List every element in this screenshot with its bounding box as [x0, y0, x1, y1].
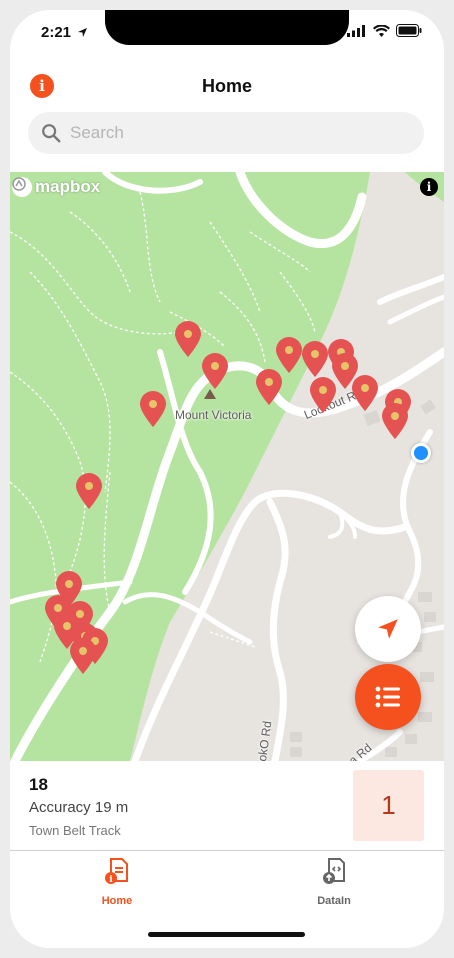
map-pin-marker[interactable]	[350, 374, 380, 412]
map-pin-marker[interactable]	[138, 390, 168, 428]
mapbox-logo: mapbox	[12, 177, 100, 197]
tab-datain[interactable]: DataIn	[289, 856, 379, 907]
location-arrow-icon	[78, 27, 88, 38]
tab-bar-divider	[10, 850, 444, 851]
map-pin-marker[interactable]	[308, 376, 338, 414]
selected-point-panel[interactable]: 18 Accuracy 19 m Town Belt Track 1	[10, 761, 444, 851]
wifi-icon	[373, 24, 390, 37]
status-time: 2:21	[41, 24, 88, 41]
map-pin-marker[interactable]	[74, 472, 104, 510]
svg-text:i: i	[109, 875, 113, 885]
tab-home[interactable]: i Home	[72, 856, 162, 907]
track-name: Town Belt Track	[29, 823, 121, 838]
user-location-dot	[411, 443, 431, 463]
search-bar[interactable]	[28, 112, 424, 154]
locate-me-button[interactable]	[355, 596, 421, 662]
map-pin-marker[interactable]	[173, 320, 203, 358]
phone-frame: 2:21 i Home Search mapbox i Mount Victor…	[10, 10, 444, 948]
search-icon	[42, 124, 61, 143]
tab-home-label: Home	[101, 895, 133, 907]
data-in-icon	[323, 858, 345, 884]
map-pin-marker[interactable]	[380, 402, 410, 440]
navigation-arrow-icon	[378, 619, 398, 639]
point-id: 18	[29, 775, 48, 794]
mapbox-mark-icon	[12, 177, 32, 197]
home-document-icon: i	[105, 858, 128, 885]
page-title: Home	[201, 76, 252, 96]
status-icons	[347, 24, 422, 37]
map-attribution-info-button[interactable]: i	[420, 178, 438, 196]
battery-icon	[396, 24, 422, 37]
list-view-button[interactable]	[355, 664, 421, 730]
search-input[interactable]	[70, 123, 390, 143]
map-pin-marker[interactable]	[68, 637, 98, 675]
peak-label: Mount Victoria	[175, 408, 252, 422]
tab-datain-label: DataIn	[317, 895, 351, 907]
accuracy-text: Accuracy 19 m	[29, 799, 129, 816]
signal-icon	[347, 24, 365, 37]
map-pin-marker[interactable]	[200, 352, 230, 390]
list-icon	[375, 686, 400, 708]
count-badge[interactable]: 1	[353, 770, 424, 841]
notch	[105, 10, 349, 45]
home-indicator	[148, 932, 305, 937]
